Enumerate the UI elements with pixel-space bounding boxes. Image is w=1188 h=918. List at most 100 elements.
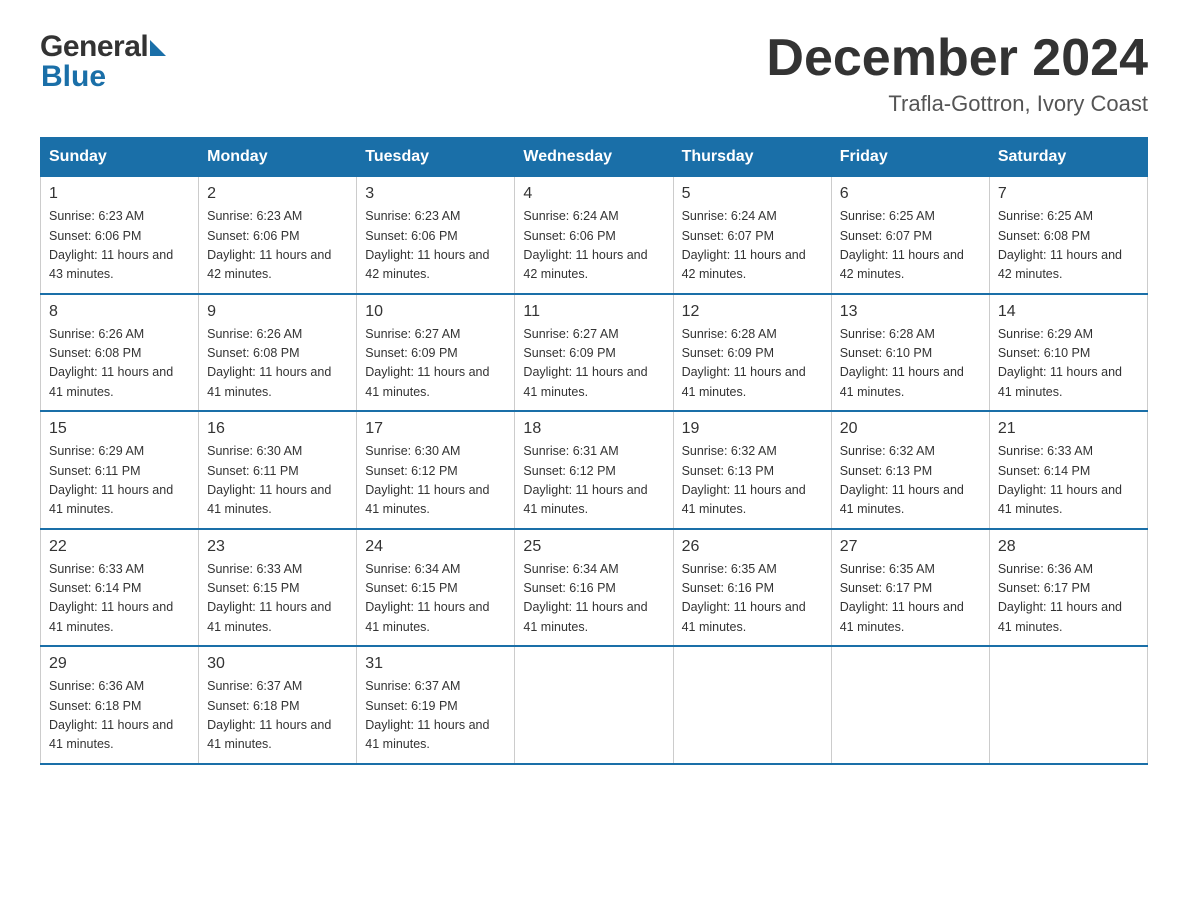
day-number: 28 — [998, 538, 1139, 556]
calendar-cell: 26 Sunrise: 6:35 AMSunset: 6:16 PMDayligh… — [673, 529, 831, 647]
calendar-cell: 7Sunrise: 6:25 AMSunset: 6:08 PMDaylight… — [989, 177, 1147, 294]
day-number: 1 — [49, 185, 190, 203]
header-monday: Monday — [199, 138, 357, 177]
day-number: 5 — [682, 185, 823, 203]
day-number: 26 — [682, 538, 823, 556]
day-number: 12 — [682, 303, 823, 321]
calendar-cell: 5 Sunrise: 6:24 AMSunset: 6:07 PMDaylight… — [673, 177, 831, 294]
header-friday: Friday — [831, 138, 989, 177]
day-number: 2 — [207, 185, 348, 203]
day-info: Sunrise: 6:30 AMSunset: 6:12 PMDaylight:… — [365, 442, 506, 520]
calendar-cell — [515, 646, 673, 764]
day-info: Sunrise: 6:34 AMSunset: 6:15 PMDaylight:… — [365, 560, 506, 638]
calendar-cell: 3 Sunrise: 6:23 AMSunset: 6:06 PMDaylight… — [357, 177, 515, 294]
calendar-cell: 30Sunrise: 6:37 AMSunset: 6:18 PMDayligh… — [199, 646, 357, 764]
day-number: 29 — [49, 655, 190, 673]
day-info: Sunrise: 6:23 AMSunset: 6:06 PMDaylight:… — [207, 207, 348, 285]
day-info: Sunrise: 6:33 AMSunset: 6:14 PMDaylight:… — [49, 560, 190, 638]
header-wednesday: Wednesday — [515, 138, 673, 177]
calendar-header-row: SundayMondayTuesdayWednesdayThursdayFrid… — [41, 138, 1148, 177]
day-info: Sunrise: 6:32 AMSunset: 6:13 PMDaylight:… — [682, 442, 823, 520]
day-number: 23 — [207, 538, 348, 556]
day-info: Sunrise: 6:29 AMSunset: 6:11 PMDaylight:… — [49, 442, 190, 520]
logo-general-text: General — [40, 30, 148, 64]
day-info: Sunrise: 6:26 AMSunset: 6:08 PMDaylight:… — [207, 325, 348, 403]
title-section: December 2024 Trafla-Gottron, Ivory Coas… — [766, 30, 1148, 117]
calendar-cell: 29 Sunrise: 6:36 AMSunset: 6:18 PMDayligh… — [41, 646, 199, 764]
location-subtitle: Trafla-Gottron, Ivory Coast — [766, 91, 1148, 117]
day-number: 3 — [365, 185, 506, 203]
day-info: Sunrise: 6:34 AMSunset: 6:16 PMDaylight:… — [523, 560, 664, 638]
day-number: 20 — [840, 420, 981, 438]
day-info: Sunrise: 6:35 AMSunset: 6:17 PMDaylight:… — [840, 560, 981, 638]
day-info: Sunrise: 6:33 AMSunset: 6:15 PMDaylight:… — [207, 560, 348, 638]
day-info: Sunrise: 6:23 AMSunset: 6:06 PMDaylight:… — [365, 207, 506, 285]
calendar-cell — [673, 646, 831, 764]
calendar-cell: 17 Sunrise: 6:30 AMSunset: 6:12 PMDayligh… — [357, 411, 515, 529]
day-info: Sunrise: 6:24 AMSunset: 6:07 PMDaylight:… — [682, 207, 823, 285]
calendar-cell: 15 Sunrise: 6:29 AMSunset: 6:11 PMDayligh… — [41, 411, 199, 529]
calendar-week-row: 29 Sunrise: 6:36 AMSunset: 6:18 PMDayligh… — [41, 646, 1148, 764]
calendar-week-row: 1 Sunrise: 6:23 AMSunset: 6:06 PMDaylight… — [41, 177, 1148, 294]
day-info: Sunrise: 6:35 AMSunset: 6:16 PMDaylight:… — [682, 560, 823, 638]
day-number: 24 — [365, 538, 506, 556]
day-number: 25 — [523, 538, 664, 556]
day-number: 21 — [998, 420, 1139, 438]
day-info: Sunrise: 6:23 AMSunset: 6:06 PMDaylight:… — [49, 207, 190, 285]
calendar-cell: 24 Sunrise: 6:34 AMSunset: 6:15 PMDayligh… — [357, 529, 515, 647]
day-info: Sunrise: 6:28 AMSunset: 6:10 PMDaylight:… — [840, 325, 981, 403]
page-header: General Blue December 2024 Trafla-Gottro… — [40, 30, 1148, 117]
header-tuesday: Tuesday — [357, 138, 515, 177]
day-number: 8 — [49, 303, 190, 321]
calendar-week-row: 15 Sunrise: 6:29 AMSunset: 6:11 PMDayligh… — [41, 411, 1148, 529]
calendar-cell: 31Sunrise: 6:37 AMSunset: 6:19 PMDayligh… — [357, 646, 515, 764]
calendar-week-row: 8 Sunrise: 6:26 AMSunset: 6:08 PMDaylight… — [41, 294, 1148, 412]
calendar-cell: 19 Sunrise: 6:32 AMSunset: 6:13 PMDayligh… — [673, 411, 831, 529]
day-info: Sunrise: 6:26 AMSunset: 6:08 PMDaylight:… — [49, 325, 190, 403]
calendar-cell: 11 Sunrise: 6:27 AMSunset: 6:09 PMDayligh… — [515, 294, 673, 412]
day-number: 17 — [365, 420, 506, 438]
day-number: 7 — [998, 185, 1139, 203]
logo-triangle-icon — [150, 40, 166, 56]
logo-blue-text: Blue — [41, 60, 166, 94]
day-number: 11 — [523, 303, 664, 321]
calendar-cell: 1 Sunrise: 6:23 AMSunset: 6:06 PMDaylight… — [41, 177, 199, 294]
day-info: Sunrise: 6:31 AMSunset: 6:12 PMDaylight:… — [523, 442, 664, 520]
calendar-cell: 16Sunrise: 6:30 AMSunset: 6:11 PMDayligh… — [199, 411, 357, 529]
calendar-cell: 25 Sunrise: 6:34 AMSunset: 6:16 PMDayligh… — [515, 529, 673, 647]
calendar-cell: 6Sunrise: 6:25 AMSunset: 6:07 PMDaylight… — [831, 177, 989, 294]
day-number: 14 — [998, 303, 1139, 321]
calendar-cell — [831, 646, 989, 764]
day-info: Sunrise: 6:33 AMSunset: 6:14 PMDaylight:… — [998, 442, 1139, 520]
day-number: 15 — [49, 420, 190, 438]
day-info: Sunrise: 6:27 AMSunset: 6:09 PMDaylight:… — [523, 325, 664, 403]
calendar-cell — [989, 646, 1147, 764]
calendar-week-row: 22 Sunrise: 6:33 AMSunset: 6:14 PMDayligh… — [41, 529, 1148, 647]
day-number: 27 — [840, 538, 981, 556]
day-number: 6 — [840, 185, 981, 203]
day-info: Sunrise: 6:32 AMSunset: 6:13 PMDaylight:… — [840, 442, 981, 520]
calendar-cell: 28 Sunrise: 6:36 AMSunset: 6:17 PMDayligh… — [989, 529, 1147, 647]
calendar-cell: 10Sunrise: 6:27 AMSunset: 6:09 PMDayligh… — [357, 294, 515, 412]
calendar-cell: 21 Sunrise: 6:33 AMSunset: 6:14 PMDayligh… — [989, 411, 1147, 529]
day-number: 18 — [523, 420, 664, 438]
day-info: Sunrise: 6:28 AMSunset: 6:09 PMDaylight:… — [682, 325, 823, 403]
calendar-cell: 27 Sunrise: 6:35 AMSunset: 6:17 PMDayligh… — [831, 529, 989, 647]
calendar-cell: 12 Sunrise: 6:28 AMSunset: 6:09 PMDayligh… — [673, 294, 831, 412]
day-info: Sunrise: 6:37 AMSunset: 6:18 PMDaylight:… — [207, 677, 348, 755]
month-title: December 2024 — [766, 30, 1148, 87]
calendar-cell: 13Sunrise: 6:28 AMSunset: 6:10 PMDayligh… — [831, 294, 989, 412]
day-info: Sunrise: 6:36 AMSunset: 6:18 PMDaylight:… — [49, 677, 190, 755]
day-info: Sunrise: 6:36 AMSunset: 6:17 PMDaylight:… — [998, 560, 1139, 638]
calendar-cell: 9Sunrise: 6:26 AMSunset: 6:08 PMDaylight… — [199, 294, 357, 412]
day-info: Sunrise: 6:37 AMSunset: 6:19 PMDaylight:… — [365, 677, 506, 755]
day-number: 19 — [682, 420, 823, 438]
day-info: Sunrise: 6:30 AMSunset: 6:11 PMDaylight:… — [207, 442, 348, 520]
calendar-cell: 2 Sunrise: 6:23 AMSunset: 6:06 PMDaylight… — [199, 177, 357, 294]
calendar-cell: 4Sunrise: 6:24 AMSunset: 6:06 PMDaylight… — [515, 177, 673, 294]
calendar-cell: 20 Sunrise: 6:32 AMSunset: 6:13 PMDayligh… — [831, 411, 989, 529]
calendar-cell: 14 Sunrise: 6:29 AMSunset: 6:10 PMDayligh… — [989, 294, 1147, 412]
day-info: Sunrise: 6:29 AMSunset: 6:10 PMDaylight:… — [998, 325, 1139, 403]
day-number: 22 — [49, 538, 190, 556]
calendar-cell: 23 Sunrise: 6:33 AMSunset: 6:15 PMDayligh… — [199, 529, 357, 647]
